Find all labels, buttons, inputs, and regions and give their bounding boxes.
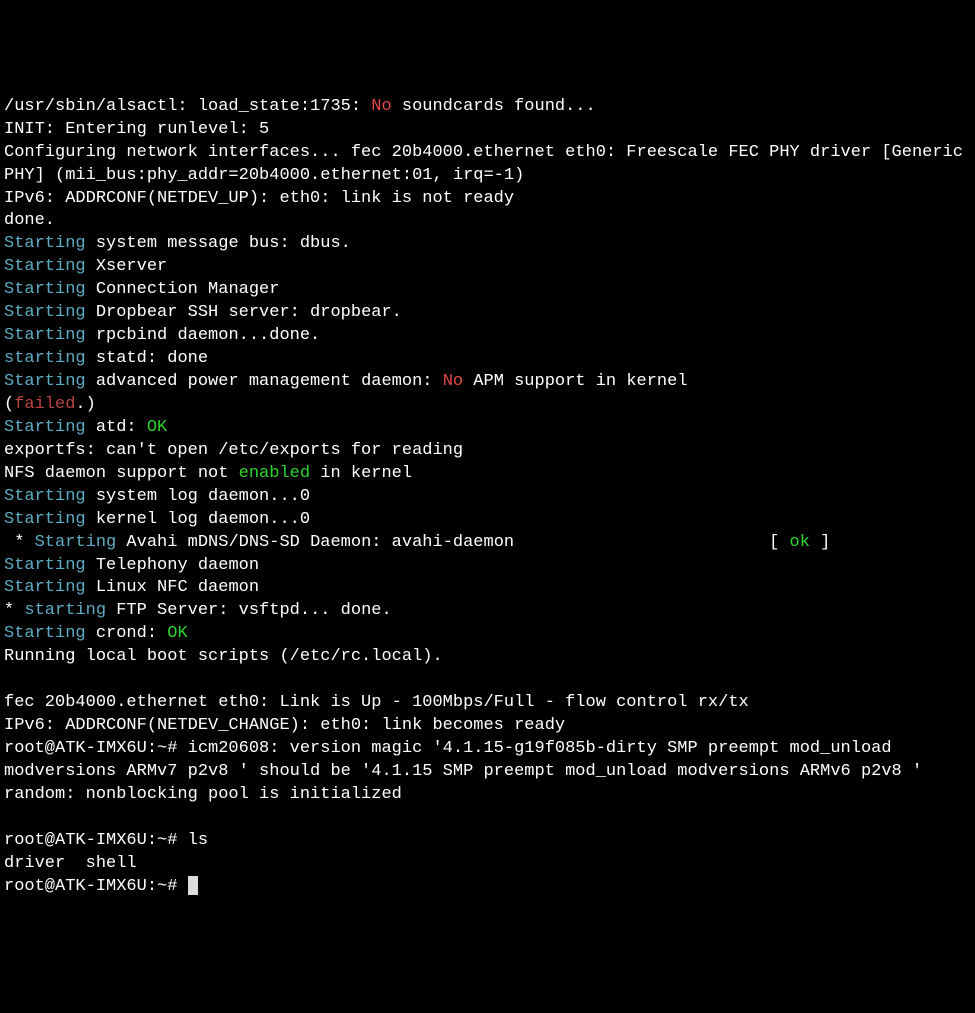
terminal-line: Starting Connection Manager — [4, 279, 971, 302]
terminal-text: random: nonblocking pool is initialized — [4, 785, 402, 804]
terminal-text: ( — [4, 395, 14, 414]
terminal-text: exportfs: can't open /etc/exports for re… — [4, 441, 463, 460]
terminal-text: Starting — [4, 303, 86, 322]
terminal-line: root@ATK-IMX6U:~# icm20608: version magi… — [4, 738, 971, 784]
terminal-text: Xserver — [86, 257, 168, 276]
terminal-line: Starting advanced power management daemo… — [4, 371, 971, 394]
terminal-text: crond: — [86, 624, 168, 643]
terminal-text: root@ATK-IMX6U:~# ls — [4, 831, 208, 850]
terminal-text: Starting — [4, 578, 86, 597]
terminal-line: Starting crond: OK — [4, 623, 971, 646]
terminal-text: * — [4, 601, 24, 620]
terminal-text: Starting — [4, 372, 86, 391]
terminal-line: Starting Xserver — [4, 256, 971, 279]
terminal-text: done. — [4, 211, 55, 230]
cursor[interactable] — [188, 876, 198, 895]
terminal-line: * starting FTP Server: vsftpd... done. — [4, 600, 971, 623]
terminal-output: /usr/sbin/alsactl: load_state:1735: No s… — [4, 96, 971, 899]
terminal-text: driver shell — [4, 854, 137, 873]
terminal-line: (failed.) — [4, 394, 971, 417]
terminal-text: Starting — [4, 257, 86, 276]
terminal-text: system log daemon...0 — [86, 487, 310, 506]
terminal-text: [ — [769, 533, 789, 552]
terminal-text: Starting — [4, 280, 86, 299]
terminal-line: fec 20b4000.ethernet eth0: Link is Up - … — [4, 692, 971, 715]
terminal-line: done. — [4, 210, 971, 233]
terminal-text — [4, 670, 14, 689]
terminal-text: INIT: Entering runlevel: 5 — [4, 120, 269, 139]
terminal-line: Starting atd: OK — [4, 417, 971, 440]
prompt-line[interactable]: root@ATK-IMX6U:~# — [4, 876, 971, 899]
terminal-text: Configuring network interfaces... fec 20… — [4, 143, 973, 185]
terminal-text: statd: done — [86, 349, 208, 368]
terminal-text: .) — [75, 395, 95, 414]
terminal-line: Starting system log daemon...0 — [4, 486, 971, 509]
terminal-text: Running local boot scripts (/etc/rc.loca… — [4, 647, 443, 666]
terminal-text: APM support in kernel — [463, 372, 687, 391]
terminal-line: Starting kernel log daemon...0 — [4, 509, 971, 532]
terminal-line: Starting Telephony daemon — [4, 555, 971, 578]
terminal-text: Dropbear SSH server: dropbear. — [86, 303, 402, 322]
terminal-text: root@ATK-IMX6U:~# icm20608: version magi… — [4, 739, 922, 781]
terminal-text: Starting — [4, 326, 86, 345]
terminal-text: * — [4, 533, 35, 552]
terminal-text: Telephony daemon — [86, 556, 259, 575]
terminal-text: No — [371, 97, 391, 116]
terminal-text: Starting — [4, 624, 86, 643]
terminal-line: IPv6: ADDRCONF(NETDEV_CHANGE): eth0: lin… — [4, 715, 971, 738]
shell-prompt: root@ATK-IMX6U:~# — [4, 877, 188, 896]
terminal-line: Starting Dropbear SSH server: dropbear. — [4, 302, 971, 325]
terminal-text: Starting — [4, 487, 86, 506]
terminal-text: system message bus: dbus. — [86, 234, 351, 253]
terminal-text: NFS daemon support not — [4, 464, 239, 483]
terminal-line: root@ATK-IMX6U:~# ls — [4, 830, 971, 853]
terminal-text: Starting — [4, 418, 86, 437]
terminal-line: random: nonblocking pool is initialized — [4, 784, 971, 807]
terminal-text: Starting — [35, 533, 117, 552]
terminal-text: starting — [24, 601, 106, 620]
terminal-text: Linux NFC daemon — [86, 578, 259, 597]
terminal-line: Configuring network interfaces... fec 20… — [4, 142, 971, 188]
terminal-text: OK — [147, 418, 167, 437]
terminal-line: IPv6: ADDRCONF(NETDEV_UP): eth0: link is… — [4, 188, 971, 211]
terminal-line: driver shell — [4, 853, 971, 876]
terminal-text: soundcards found... — [392, 97, 596, 116]
terminal-text: starting — [4, 349, 86, 368]
terminal-text: Starting — [4, 510, 86, 529]
terminal-line: exportfs: can't open /etc/exports for re… — [4, 440, 971, 463]
terminal-text: Avahi mDNS/DNS-SD Daemon: avahi-daemon — [116, 533, 769, 552]
terminal-text — [4, 808, 14, 827]
terminal-text: kernel log daemon...0 — [86, 510, 310, 529]
terminal-text: /usr/sbin/alsactl: load_state:1735: — [4, 97, 371, 116]
terminal-line: starting statd: done — [4, 348, 971, 371]
terminal-text: atd: — [86, 418, 147, 437]
terminal-line: Starting Linux NFC daemon — [4, 577, 971, 600]
terminal-line — [4, 807, 971, 830]
terminal-text: fec 20b4000.ethernet eth0: Link is Up - … — [4, 693, 749, 712]
terminal-text: OK — [167, 624, 187, 643]
terminal-line: Running local boot scripts (/etc/rc.loca… — [4, 646, 971, 669]
terminal-text: ] — [810, 533, 830, 552]
terminal-text: failed — [14, 395, 75, 414]
terminal-text: in kernel — [310, 464, 412, 483]
terminal-text: No — [443, 372, 463, 391]
terminal-text: rpcbind daemon...done. — [86, 326, 321, 345]
terminal-line — [4, 669, 971, 692]
terminal-line: NFS daemon support not enabled in kernel — [4, 463, 971, 486]
terminal-text: IPv6: ADDRCONF(NETDEV_UP): eth0: link is… — [4, 189, 514, 208]
terminal-line: /usr/sbin/alsactl: load_state:1735: No s… — [4, 96, 971, 119]
terminal-text: Starting — [4, 556, 86, 575]
terminal-text: IPv6: ADDRCONF(NETDEV_CHANGE): eth0: lin… — [4, 716, 565, 735]
terminal-line: * Starting Avahi mDNS/DNS-SD Daemon: ava… — [4, 532, 971, 555]
terminal-line: Starting system message bus: dbus. — [4, 233, 971, 256]
terminal-text: FTP Server: vsftpd... done. — [106, 601, 392, 620]
terminal-text: ok — [790, 533, 810, 552]
terminal-text: enabled — [239, 464, 310, 483]
terminal-text: advanced power management daemon: — [86, 372, 443, 391]
terminal-line: Starting rpcbind daemon...done. — [4, 325, 971, 348]
terminal-text: Starting — [4, 234, 86, 253]
terminal-text: Connection Manager — [86, 280, 280, 299]
terminal-line: INIT: Entering runlevel: 5 — [4, 119, 971, 142]
